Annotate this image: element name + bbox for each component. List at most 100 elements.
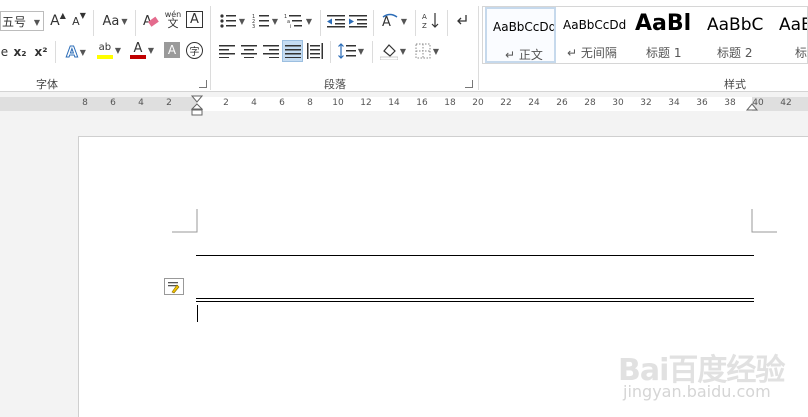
ruler-number: 34 [668,98,680,108]
svg-text:Z: Z [422,22,427,29]
bullet-list-icon [220,14,236,28]
eraser-icon: A [143,14,159,29]
separator [372,41,373,63]
ruler-number: 6 [110,98,116,108]
shrink-font-button[interactable]: A ▼ [70,11,88,31]
ruler-number: 6 [279,98,285,108]
ruler-number: 20 [472,98,484,108]
word-window: { "font_group": { "label": "字体", "font_s… [0,0,808,417]
subscript-button[interactable]: x₂ [11,42,29,62]
sort-button[interactable]: AZ [421,10,441,30]
chevron-down-icon[interactable]: ▼ [34,18,40,27]
borders-button[interactable]: ▼ [412,41,442,61]
character-shading-button[interactable]: A [164,42,180,58]
style-name: 标 [795,46,807,60]
group-separator [210,6,211,90]
style-name: ↵ 无间隔 [567,46,617,60]
enclose-char-icon: 字 [189,47,200,58]
style-sample: AaBl [635,11,692,36]
grow-font-button[interactable]: A ▲ [49,11,67,31]
align-left-button[interactable] [217,41,237,61]
ruler-number: 42 [780,98,792,108]
separator [330,41,331,63]
highlighter-icon: ab [96,42,113,59]
strikethrough-button[interactable]: e [0,42,9,62]
multilevel-list-icon: 1 a i [284,14,302,29]
style-no-spacing[interactable]: AaBbCcDd ↵ 无间隔 [557,7,628,63]
ruler-number: 14 [388,98,400,108]
line-spacing-button[interactable]: ▼ [336,41,366,61]
text-effects-button[interactable]: A ▼ [62,42,90,62]
style-title[interactable]: AaE 标 [773,7,807,63]
highlight-color-swatch [96,54,113,59]
numbering-button[interactable]: 1 2 3 ▼ [250,11,280,31]
font-size-combobox[interactable]: 五号 ▼ [0,11,44,31]
ruler-number: 28 [584,98,596,108]
styles-group-label: 样式 [724,78,746,91]
ruler-number: 22 [500,98,512,108]
highlight-color-button[interactable]: ab ▼ [94,40,124,60]
style-name: 标题 1 [646,46,682,60]
font-dialog-launcher[interactable] [199,80,207,88]
text-cursor [197,305,198,322]
style-normal[interactable]: AaBbCcDd ↵ 正文 [485,7,556,63]
style-sample: AaBbC [707,15,764,35]
grow-font-icon: A [50,13,60,29]
character-border-button[interactable]: A [186,11,203,28]
chinese-layout-icon: A [382,13,398,29]
justify-button[interactable] [282,40,303,62]
align-center-icon [241,45,257,58]
align-right-icon [263,45,279,58]
increase-indent-button[interactable] [348,11,368,31]
distributed-button[interactable] [305,41,325,61]
paragraph-group-label: 段落 [324,78,346,91]
bullets-button[interactable]: ▼ [217,11,247,31]
sort-az-icon: AZ [422,13,439,29]
ruler-number: 12 [360,98,372,108]
svg-text:A: A [422,13,427,21]
styles-gallery: AaBbCcDd ↵ 正文 AaBbCcDd ↵ 无间隔 AaBl 标题 1 A… [482,6,808,64]
font-color-button[interactable]: A ▼ [127,40,157,60]
distributed-icon [307,43,323,59]
ruler-number: 2 [223,98,229,108]
text-effects-icon: A [66,43,79,62]
justify-icon [284,45,301,58]
align-right-button[interactable] [261,41,281,61]
chinese-layout-button[interactable]: A ▼ [379,11,409,31]
phonetic-char: 文 [167,17,179,30]
right-indent-marker-icon[interactable] [746,103,758,111]
horizontal-ruler[interactable]: 8 6 4 2 2 4 6 8 10 12 14 16 18 20 22 24 … [0,95,808,116]
ruler-number: 38 [724,98,736,108]
phonetic-guide-button[interactable]: wén 文 [163,9,183,29]
style-sample: AaBbCcDd [493,20,556,34]
ribbon: 五号 ▼ A ▲ A ▼ Aa ▼ A wén 文 A e x₂ x² A ▼ … [0,0,808,92]
font-size-value: 五号 [2,14,27,29]
align-center-button[interactable] [239,41,259,61]
separator [415,10,416,36]
style-heading-1[interactable]: AaBl 标题 1 [629,7,695,63]
decrease-indent-button[interactable] [326,11,346,31]
autocorrect-options-icon[interactable] [164,278,184,295]
paragraph-dialog-launcher[interactable] [465,80,473,88]
separator [447,10,448,36]
decrease-indent-icon [327,15,345,28]
increase-indent-icon [349,15,367,28]
superscript-button[interactable]: x² [32,42,50,62]
change-case-button[interactable]: Aa ▼ [100,11,130,31]
enclose-characters-button[interactable]: 字 [186,42,203,59]
ruler-number: 36 [696,98,708,108]
clear-formatting-button[interactable]: A [142,10,160,30]
multilevel-list-button[interactable]: 1 a i ▼ [283,11,313,31]
ruler-number: 8 [82,98,88,108]
ruler-number: 30 [612,98,624,108]
show-marks-button[interactable] [452,11,472,31]
style-sample: AaBbCcDd [563,18,627,32]
shading-button[interactable]: ▼ [378,41,408,61]
font-color-swatch [129,54,146,59]
separator [320,10,321,36]
indent-marker-icon[interactable] [191,95,203,117]
ruler-number: 8 [307,98,313,108]
style-heading-2[interactable]: AaBbC 标题 2 [699,7,771,63]
separator [93,10,94,36]
line-spacing-icon [337,43,356,59]
